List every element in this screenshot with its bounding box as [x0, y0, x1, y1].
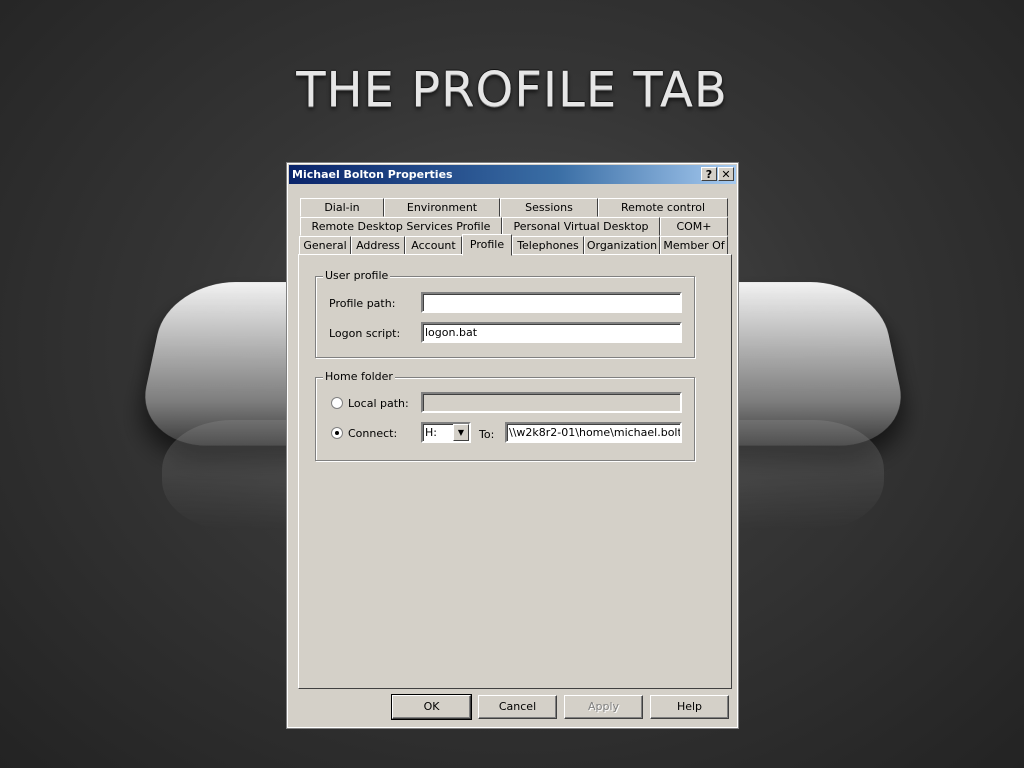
local-path-radio[interactable]	[331, 397, 343, 409]
radio-selected-icon	[335, 431, 339, 435]
home-folder-group: Home folder Local path: Connect: H: ▼ To…	[315, 370, 695, 461]
tab-member-of[interactable]: Member Of	[660, 236, 728, 255]
to-label: To:	[479, 428, 495, 441]
help-button[interactable]: Help	[650, 695, 729, 719]
cancel-button[interactable]: Cancel	[478, 695, 557, 719]
local-path-label: Local path:	[348, 397, 409, 410]
connect-radio[interactable]	[331, 427, 343, 439]
logon-script-input[interactable]: logon.bat	[421, 322, 682, 343]
connect-label: Connect:	[348, 427, 398, 440]
dialog-titlebar: Michael Bolton Properties ? ✕	[289, 165, 736, 184]
tab-general[interactable]: General	[299, 236, 351, 255]
apply-button[interactable]: Apply	[564, 695, 643, 719]
chevron-down-icon[interactable]: ▼	[453, 424, 469, 441]
properties-dialog: Michael Bolton Properties ? ✕ Dial-in En…	[286, 162, 739, 729]
tab-environment[interactable]: Environment	[384, 198, 500, 217]
home-folder-path-input[interactable]: \\w2k8r2-01\home\michael.bolton	[505, 422, 682, 443]
profile-tab-panel: User profile Profile path: Logon script:…	[298, 254, 732, 689]
ok-button[interactable]: OK	[391, 694, 472, 720]
dialog-title: Michael Bolton Properties	[292, 168, 453, 181]
home-folder-group-label: Home folder	[323, 370, 395, 383]
tab-profile[interactable]: Profile	[462, 234, 512, 256]
help-title-button[interactable]: ?	[701, 167, 717, 181]
drive-letter-select[interactable]: H: ▼	[421, 422, 471, 443]
tab-remote-control[interactable]: Remote control	[598, 198, 728, 217]
user-profile-group-label: User profile	[323, 269, 391, 282]
tab-account[interactable]: Account	[405, 236, 462, 255]
tab-telephones[interactable]: Telephones	[512, 236, 584, 255]
tab-personal-virtual-desktop[interactable]: Personal Virtual Desktop	[502, 217, 660, 236]
tab-address[interactable]: Address	[351, 236, 405, 255]
profile-path-label: Profile path:	[329, 297, 396, 310]
profile-path-input[interactable]	[421, 292, 682, 313]
local-path-input[interactable]	[421, 392, 682, 413]
tab-organization[interactable]: Organization	[584, 236, 660, 255]
tab-sessions[interactable]: Sessions	[500, 198, 598, 217]
logon-script-label: Logon script:	[329, 327, 401, 340]
drive-letter-value: H:	[425, 426, 437, 439]
slide-title: THE PROFILE TAB	[296, 62, 728, 118]
tab-com-plus[interactable]: COM+	[660, 217, 728, 236]
user-profile-group: User profile Profile path: Logon script:…	[315, 269, 695, 358]
close-icon[interactable]: ✕	[718, 167, 734, 181]
tab-dial-in[interactable]: Dial-in	[300, 198, 384, 217]
